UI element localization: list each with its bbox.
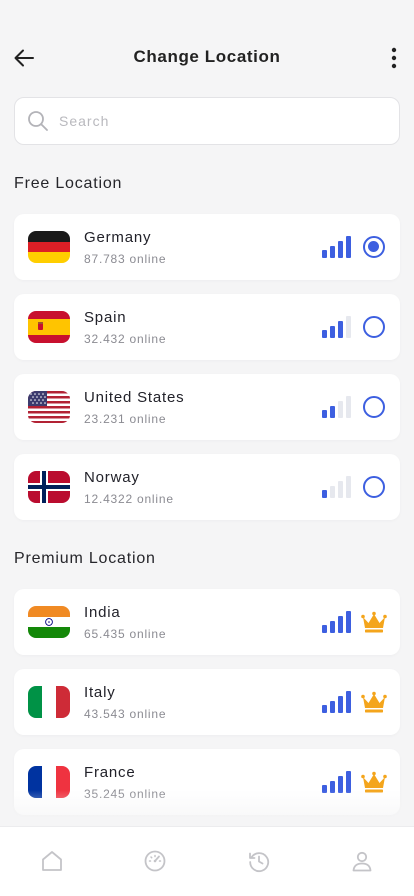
- radio-unselected-icon: [363, 316, 385, 338]
- online-count: 43.543 online: [84, 707, 167, 721]
- online-count: 87.783 online: [84, 252, 167, 266]
- radio-selected-icon: [363, 236, 385, 258]
- radio-unselected-icon: [363, 396, 385, 418]
- signal-strength-icon: [322, 236, 352, 258]
- location-item-germany[interactable]: Germany 87.783 online: [14, 214, 400, 280]
- search-icon: [28, 111, 48, 131]
- speedometer-icon: [144, 850, 166, 872]
- nav-speed[interactable]: [127, 849, 183, 879]
- crown-icon: [361, 611, 387, 633]
- select-radio[interactable]: [363, 236, 385, 258]
- online-count: 35.245 online: [84, 787, 167, 801]
- premium-crown: [361, 611, 387, 633]
- select-radio[interactable]: [363, 316, 385, 338]
- section-title-free: Free Location: [14, 175, 123, 192]
- section-title-premium: Premium Location: [14, 550, 156, 567]
- online-count: 23.231 online: [84, 412, 167, 426]
- premium-crown: [361, 691, 387, 713]
- radio-unselected-icon: [363, 476, 385, 498]
- location-item-italy[interactable]: Italy 43.543 online: [14, 669, 400, 735]
- norway-flag-icon: [28, 471, 70, 503]
- nav-home[interactable]: [24, 849, 80, 879]
- location-item-france[interactable]: France 35.245 online: [14, 749, 400, 815]
- italy-flag-icon: [28, 686, 70, 718]
- signal-strength-icon: [322, 476, 352, 498]
- country-name: Italy: [84, 684, 116, 701]
- spain-flag-icon: [28, 311, 70, 343]
- location-item-spain[interactable]: Spain 32.432 online: [14, 294, 400, 360]
- page-title: Change Location: [133, 47, 281, 66]
- signal-strength-icon: [322, 771, 352, 793]
- country-name: France: [84, 764, 136, 781]
- location-item-norway[interactable]: Norway 12.4322 online: [14, 454, 400, 520]
- premium-crown: [361, 771, 387, 793]
- select-radio[interactable]: [363, 476, 385, 498]
- location-item-united-states[interactable]: United States 23.231 online: [14, 374, 400, 440]
- history-icon: [248, 852, 269, 873]
- country-name: Norway: [84, 469, 140, 486]
- nav-history[interactable]: [231, 849, 287, 879]
- signal-strength-icon: [322, 611, 352, 633]
- crown-icon: [361, 691, 387, 713]
- country-name: United States: [84, 389, 185, 406]
- search-box[interactable]: [14, 97, 400, 145]
- country-name: India: [84, 604, 121, 621]
- more-vertical-icon: [391, 47, 397, 69]
- online-count: 12.4322 online: [84, 492, 174, 506]
- country-name: Spain: [84, 309, 127, 326]
- usa-flag-icon: [28, 391, 70, 423]
- france-flag-icon: [28, 766, 70, 798]
- location-item-india[interactable]: India 65.435 online: [14, 589, 400, 655]
- user-icon: [352, 851, 372, 872]
- country-name: Germany: [84, 229, 152, 246]
- nav-profile[interactable]: [334, 849, 390, 879]
- home-icon: [41, 851, 62, 871]
- signal-strength-icon: [322, 316, 352, 338]
- online-count: 32.432 online: [84, 332, 167, 346]
- crown-icon: [361, 771, 387, 793]
- signal-strength-icon: [322, 396, 352, 418]
- online-count: 65.435 online: [84, 627, 167, 641]
- india-flag-icon: [28, 606, 70, 638]
- select-radio[interactable]: [363, 396, 385, 418]
- more-options-button[interactable]: [380, 44, 408, 72]
- search-input[interactable]: [59, 113, 379, 129]
- bottom-nav: [0, 826, 414, 896]
- germany-flag-icon: [28, 231, 70, 263]
- signal-strength-icon: [322, 691, 352, 713]
